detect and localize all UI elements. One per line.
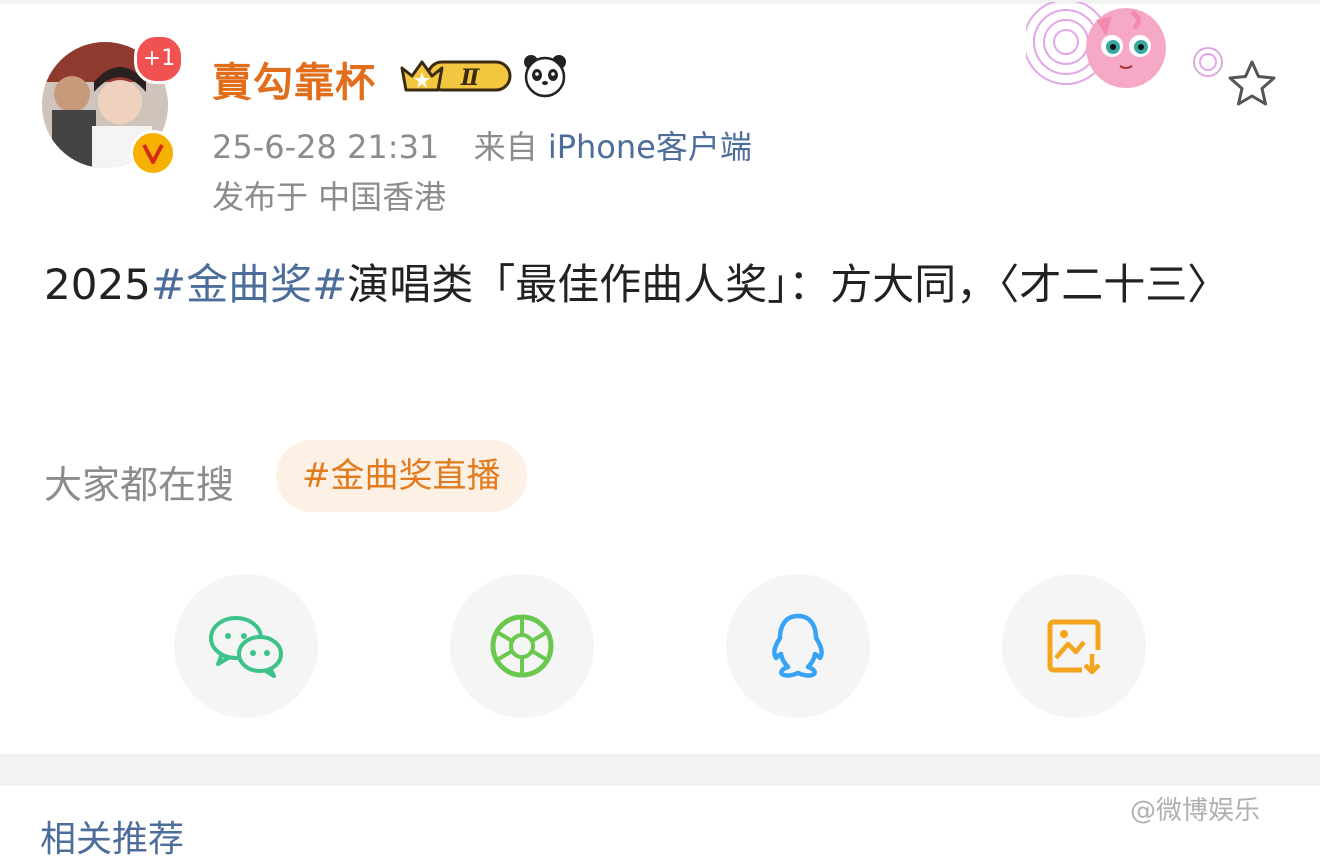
post-location: 发布于 中国香港 bbox=[212, 178, 447, 216]
moments-icon bbox=[490, 614, 554, 678]
section-divider bbox=[0, 754, 1320, 786]
post-text-prefix: 2025 bbox=[44, 260, 151, 309]
post-hashtag-link[interactable]: #金曲奖# bbox=[151, 260, 347, 309]
post-text-body: 演唱类「最佳作曲人奖」：方大同，〈才二十三〉 bbox=[347, 260, 1230, 309]
user-avatar[interactable]: +1 bbox=[42, 34, 184, 176]
watermark: @微博娱乐 bbox=[1130, 796, 1261, 826]
save-image-button[interactable] bbox=[1002, 574, 1146, 718]
panda-icon bbox=[522, 52, 568, 102]
wechat-icon bbox=[209, 616, 283, 678]
notification-badge: +1 bbox=[134, 34, 184, 84]
share-wechat-button[interactable] bbox=[174, 574, 318, 718]
trending-search-label: 大家都在搜 bbox=[44, 463, 235, 507]
username[interactable]: 賣勾靠杯 bbox=[212, 50, 376, 108]
qq-icon bbox=[772, 613, 824, 678]
post-content: 2025#金曲奖#演唱类「最佳作曲人奖」：方大同，〈才二十三〉 bbox=[44, 254, 1274, 316]
post-meta: 25-6-28 21:31 来自 iPhone客户端 bbox=[212, 122, 752, 168]
favorite-star-icon[interactable] bbox=[1224, 58, 1280, 114]
save-image-icon bbox=[1047, 619, 1101, 675]
trending-search-chip[interactable]: #金曲奖直播 bbox=[276, 440, 527, 512]
verified-badge bbox=[130, 130, 176, 176]
share-moments-button[interactable] bbox=[450, 574, 594, 718]
post-time: 25-6-28 21:31 bbox=[212, 128, 440, 166]
post-source-prefix: 来自 bbox=[473, 128, 538, 166]
card-decoration-sticker bbox=[1023, 0, 1226, 106]
share-qq-button[interactable] bbox=[726, 574, 870, 718]
post-source[interactable]: iPhone客户端 bbox=[548, 128, 752, 166]
verified-v-icon bbox=[142, 144, 164, 164]
level-badge-text: Ⅱ bbox=[460, 65, 481, 91]
crown-level-badge[interactable]: Ⅱ bbox=[398, 56, 516, 100]
related-recommendations-title[interactable]: 相关推荐 bbox=[40, 810, 184, 862]
